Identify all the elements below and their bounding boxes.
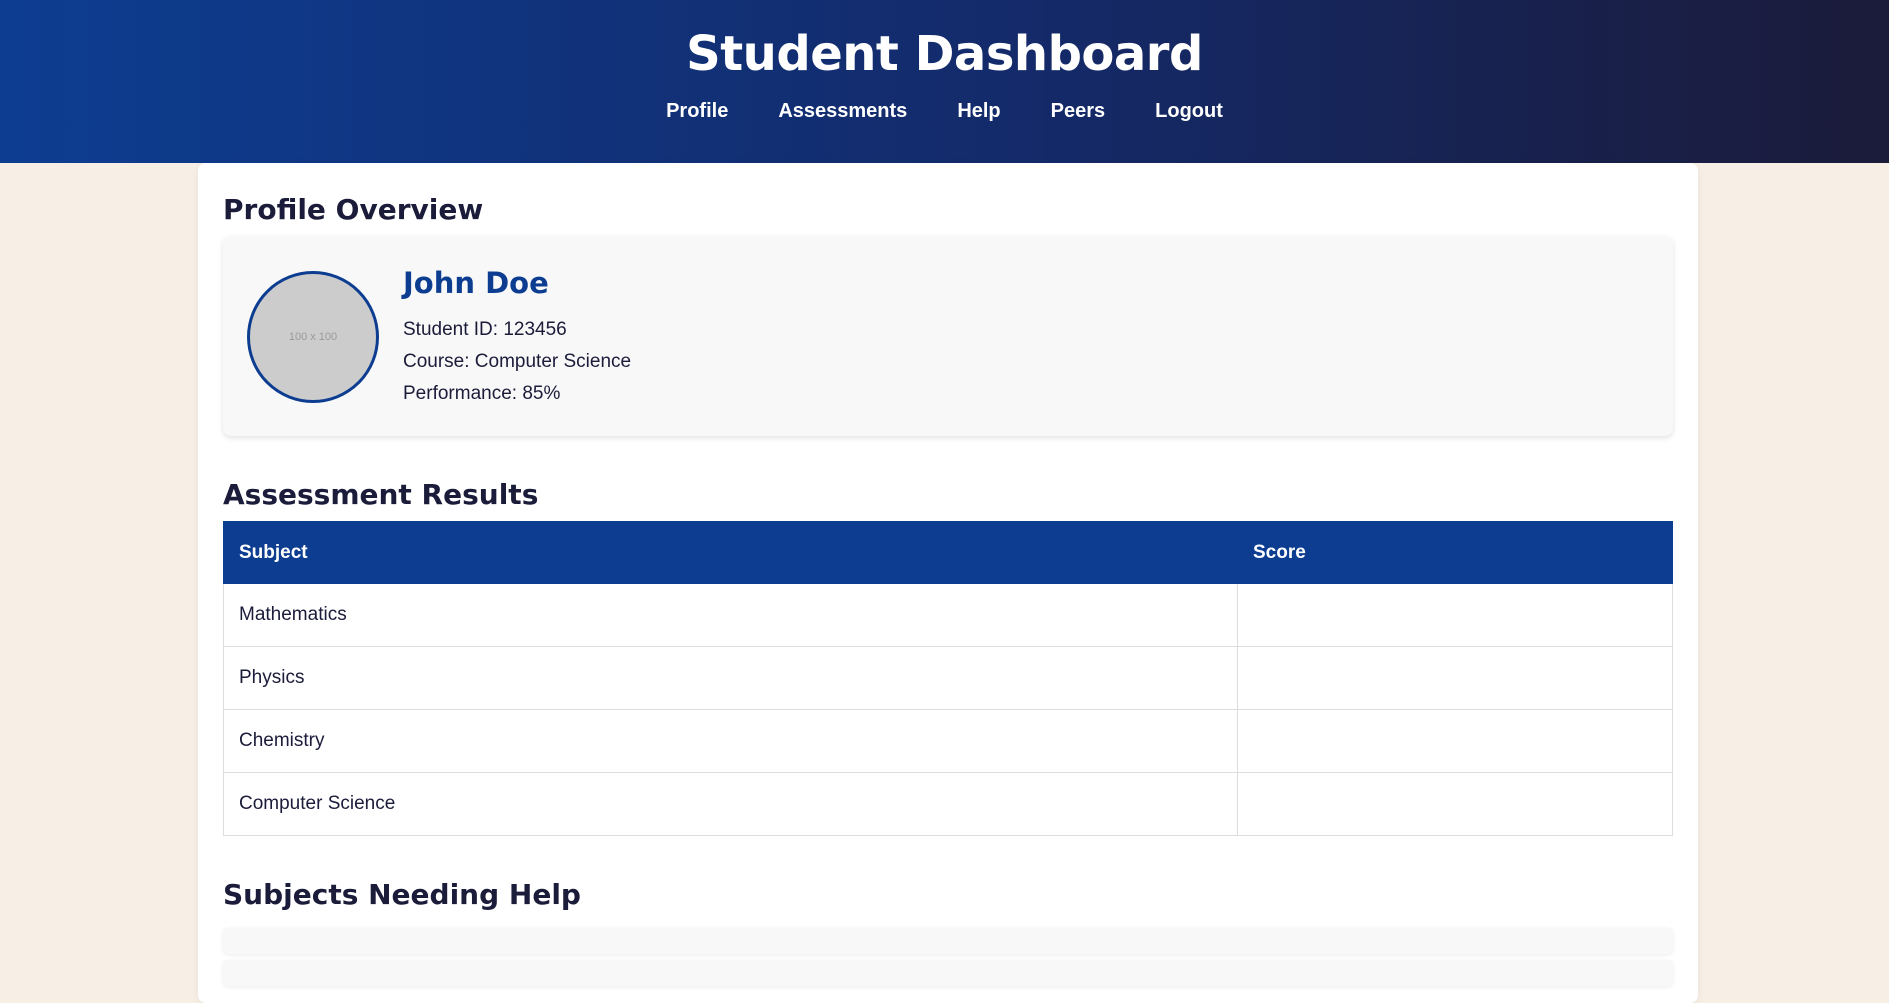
avatar: 100 x 100 (247, 271, 379, 403)
subject-cell: Computer Science (223, 772, 1238, 836)
help-subject-item (223, 960, 1673, 986)
main-container: Profile Overview 100 x 100 John Doe Stud… (198, 163, 1698, 1003)
column-header-score: Score (1237, 521, 1673, 584)
table-row: Chemistry (223, 709, 1673, 773)
nav-peers[interactable]: Peers (1051, 100, 1106, 123)
header: Student Dashboard Profile Assessments He… (0, 0, 1889, 163)
profile-section-title: Profile Overview (223, 193, 484, 226)
profile-card: 100 x 100 John Doe Student ID: 123456 Co… (223, 236, 1673, 436)
score-cell (1237, 709, 1673, 773)
table-row: Mathematics (223, 583, 1673, 647)
student-id: Student ID: 123456 (403, 319, 567, 340)
score-cell (1237, 583, 1673, 647)
table-header-row: Subject Score (223, 521, 1673, 584)
score-cell (1237, 646, 1673, 710)
profile-info: John Doe Student ID: 123456 Course: Comp… (403, 266, 631, 410)
help-section-title: Subjects Needing Help (223, 878, 581, 911)
nav-assessments[interactable]: Assessments (778, 100, 907, 123)
nav-help[interactable]: Help (957, 100, 1000, 123)
page-title: Student Dashboard (686, 26, 1203, 82)
table-row: Physics (223, 646, 1673, 710)
subject-cell: Mathematics (223, 583, 1238, 647)
help-subject-item (223, 928, 1673, 954)
main-nav: Profile Assessments Help Peers Logout (0, 100, 1889, 123)
column-header-subject: Subject (223, 521, 1238, 584)
subject-cell: Chemistry (223, 709, 1238, 773)
assessment-table: Subject Score Mathematics Physics Chemis… (223, 521, 1673, 836)
table-row: Computer Science (223, 772, 1673, 836)
nav-profile[interactable]: Profile (666, 100, 728, 123)
nav-logout[interactable]: Logout (1155, 100, 1223, 123)
student-name: John Doe (403, 266, 549, 300)
subject-cell: Physics (223, 646, 1238, 710)
avatar-placeholder-text: 100 x 100 (288, 331, 338, 343)
assessment-section-title: Assessment Results (223, 478, 539, 511)
score-cell (1237, 772, 1673, 836)
student-course: Course: Computer Science (403, 351, 632, 372)
student-performance: Performance: 85% (403, 383, 561, 404)
